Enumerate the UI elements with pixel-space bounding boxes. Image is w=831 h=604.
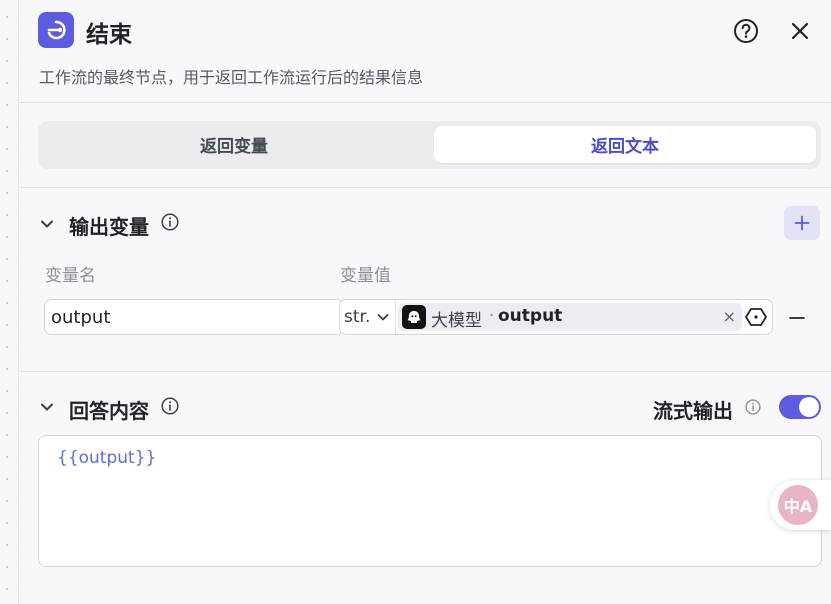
- variable-picker-button[interactable]: [744, 305, 768, 329]
- variable-value-field: str. 大模型 · output ×: [339, 299, 773, 335]
- close-icon: [791, 22, 809, 40]
- minus-icon: [789, 317, 805, 319]
- translate-icon: 中A: [778, 485, 818, 525]
- answer-content-editor[interactable]: {{output}}: [38, 435, 822, 567]
- tab-return-variable[interactable]: 返回变量: [43, 126, 425, 163]
- variable-reference-tag[interactable]: 大模型 · output ×: [398, 303, 742, 331]
- remove-variable-button[interactable]: [785, 306, 809, 330]
- info-icon[interactable]: [745, 399, 761, 415]
- output-section-title: 输出变量: [69, 215, 149, 239]
- type-label: str.: [344, 307, 371, 327]
- header-divider: [19, 102, 831, 103]
- clear-reference-button[interactable]: ×: [723, 307, 736, 326]
- chevron-down-icon: [377, 314, 389, 321]
- stream-output-label: 流式输出: [653, 399, 733, 423]
- column-label-name: 变量名: [45, 266, 96, 286]
- node-title: 结束: [86, 22, 132, 48]
- panel-header: 结束 工作流的最终节点，用于返回工作流运行后的结果信息: [19, 0, 831, 102]
- translate-floating-button[interactable]: 中A: [770, 480, 831, 530]
- toggle-knob: [799, 397, 819, 417]
- info-icon[interactable]: [161, 397, 179, 415]
- end-node-icon: [38, 12, 74, 48]
- answer-section-title: 回答内容: [69, 399, 149, 423]
- section-divider: [19, 371, 831, 372]
- close-button[interactable]: [785, 16, 815, 46]
- tab-return-text[interactable]: 返回文本: [434, 126, 816, 163]
- canvas-dot-grid: [0, 0, 18, 604]
- type-separator: [395, 300, 396, 334]
- mode-divider: [19, 187, 831, 188]
- reference-separator: ·: [489, 306, 495, 326]
- column-label-value: 变量值: [340, 266, 391, 286]
- reference-variable-name: output: [498, 306, 563, 326]
- reference-node-name: 大模型: [431, 311, 482, 331]
- end-node-panel: 结束 工作流的最终节点，用于返回工作流运行后的结果信息 返回变量 返回文本 输出…: [18, 0, 831, 604]
- variable-name-input[interactable]: [44, 299, 344, 335]
- stream-output-toggle[interactable]: [779, 395, 821, 419]
- chevron-down-icon[interactable]: [39, 216, 55, 232]
- hexagon-variable-icon: [745, 308, 767, 326]
- help-button[interactable]: [731, 16, 761, 46]
- answer-content-text: {{output}}: [57, 448, 157, 468]
- llm-node-icon: [402, 305, 426, 329]
- type-select[interactable]: str.: [344, 300, 396, 334]
- info-icon[interactable]: [161, 213, 179, 231]
- node-description: 工作流的最终节点，用于返回工作流运行后的结果信息: [39, 68, 424, 87]
- help-circle-icon: [734, 19, 758, 43]
- plus-icon: [794, 215, 810, 231]
- mode-switch: 返回变量 返回文本: [38, 121, 821, 169]
- add-variable-button[interactable]: [784, 206, 820, 240]
- chevron-down-icon[interactable]: [39, 399, 55, 415]
